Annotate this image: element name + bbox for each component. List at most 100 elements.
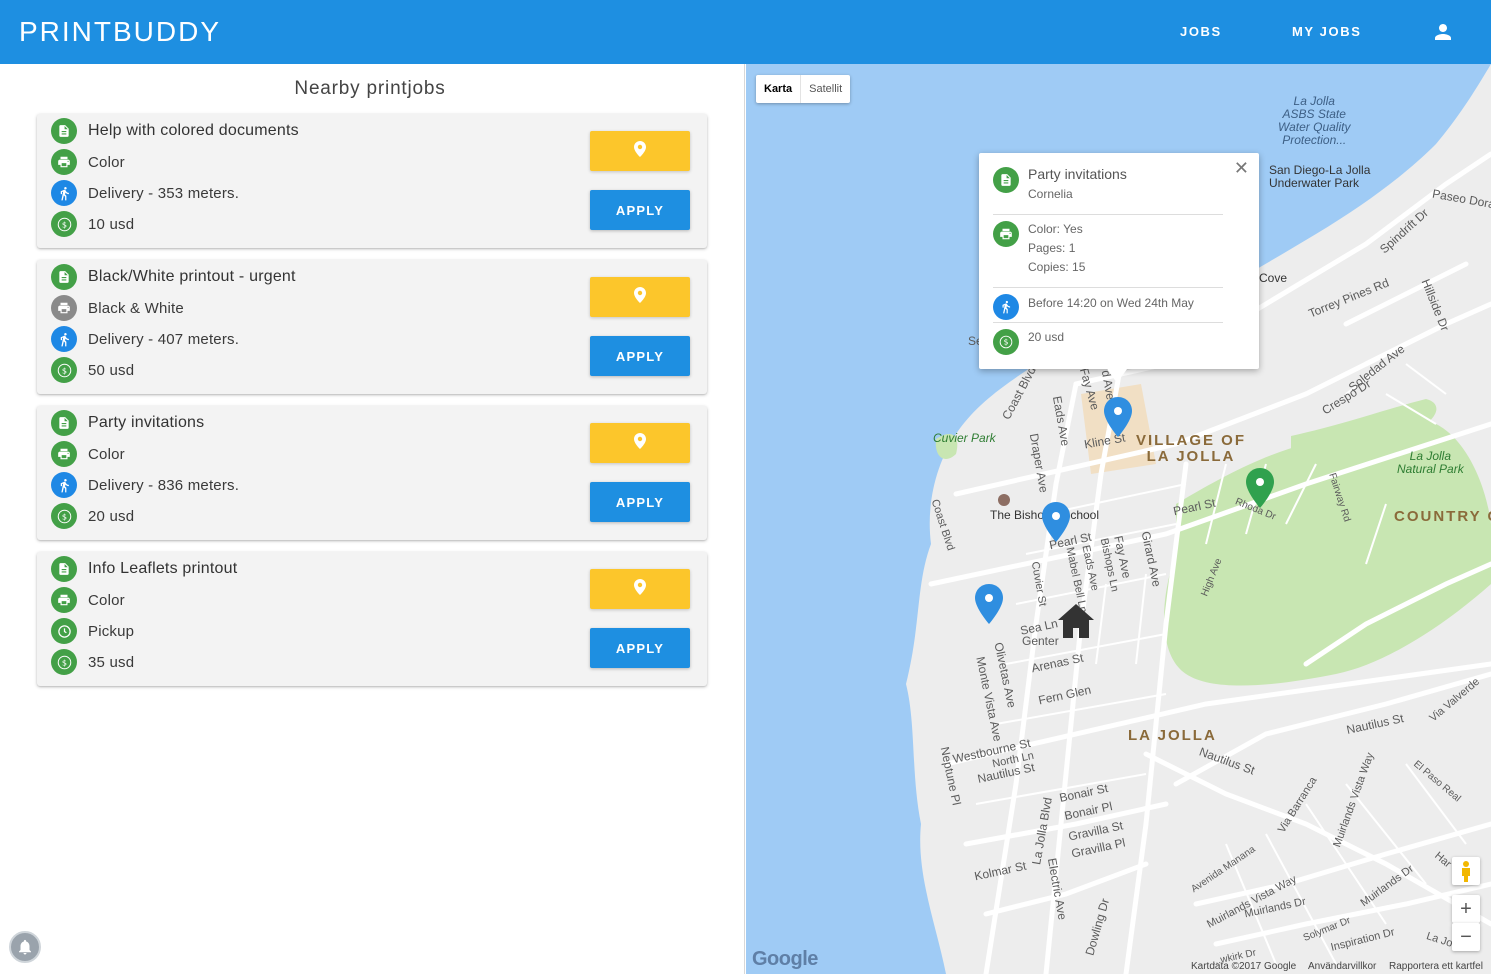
- show-on-map-button[interactable]: [590, 569, 690, 609]
- printer-icon: [51, 295, 77, 321]
- info-copies: Copies: 15: [1028, 260, 1086, 274]
- map-label-cuvier-park: Cuvier Park: [933, 431, 996, 445]
- job-row: Help with colored documents: [51, 118, 299, 144]
- map-label-natural-park: La Jolla Natural Park: [1397, 449, 1464, 476]
- map-data-credit: Kartdata ©2017 Google: [1191, 961, 1297, 972]
- job-list-panel: Nearby printjobs Help with colored docum…: [0, 64, 745, 974]
- map-label-cove: Cove: [1259, 271, 1288, 285]
- dollar-icon: $: [51, 503, 77, 529]
- job-row: Delivery - 836 meters.: [51, 472, 239, 498]
- job-card: Info Leaflets printout Color Pickup $35 usd…: [37, 552, 707, 686]
- map-view[interactable]: Karta Satellit La Jolla ASBS State Water Q…: [746, 64, 1491, 974]
- printer-icon: [51, 149, 77, 175]
- map-label-genter: Genter: [1022, 634, 1059, 648]
- divider: [993, 214, 1223, 215]
- svg-text:$: $: [61, 511, 66, 521]
- apply-button[interactable]: APPLY: [590, 336, 690, 376]
- app-bar: PRINTBUDDY JOBS MY JOBS: [0, 0, 1491, 64]
- job-row: Black & White: [51, 295, 184, 321]
- map-label-asbs: La Jolla ASBS State Water Quality Protectio…: [1278, 94, 1351, 147]
- map-label-underwater-park: San Diego-La Jolla Underwater Park: [1269, 163, 1371, 190]
- map-label-village: VILLAGE OF LA JOLLA: [1136, 432, 1246, 465]
- apply-button[interactable]: APPLY: [590, 628, 690, 668]
- job-title: Info Leaflets printout: [88, 560, 238, 577]
- job-row: Party invitations: [51, 410, 204, 436]
- job-delivery: Delivery - 353 meters.: [88, 184, 240, 202]
- document-icon: [993, 167, 1019, 193]
- job-row: $10 usd: [51, 211, 134, 237]
- map-type-toggle: Karta Satellit: [756, 75, 851, 103]
- apply-button[interactable]: APPLY: [590, 190, 690, 230]
- info-price: 20 usd: [1028, 330, 1065, 344]
- document-icon: [51, 410, 77, 436]
- panel-title: Nearby printjobs: [294, 78, 446, 99]
- job-delivery: Pickup: [88, 622, 135, 640]
- map-label-la-jolla: LA JOLLA: [1128, 727, 1217, 744]
- map-type-satellite[interactable]: Satellit: [801, 75, 850, 103]
- show-on-map-button[interactable]: [590, 423, 690, 463]
- job-delivery: Delivery - 407 meters.: [88, 330, 240, 348]
- zoom-out-button[interactable]: −: [1452, 923, 1480, 951]
- street-view-pegman-icon[interactable]: [1452, 857, 1480, 885]
- notification-bell-button[interactable]: [9, 931, 41, 963]
- job-row: Info Leaflets printout: [51, 556, 237, 582]
- apply-button[interactable]: APPLY: [590, 482, 690, 522]
- job-row: Delivery - 353 meters.: [51, 180, 239, 206]
- map-marker-pin[interactable]: [1103, 397, 1133, 437]
- bell-icon: [19, 939, 31, 955]
- map-marker-icon: [634, 286, 646, 308]
- job-row: Pickup: [51, 618, 134, 644]
- divider: [993, 287, 1223, 288]
- walk-icon: [993, 294, 1019, 320]
- map-marker-icon: [634, 432, 646, 454]
- show-on-map-button[interactable]: [590, 277, 690, 317]
- nav-my-jobs[interactable]: MY JOBS: [1292, 24, 1361, 40]
- account-icon[interactable]: [1431, 20, 1455, 44]
- nav-jobs[interactable]: JOBS: [1180, 24, 1222, 40]
- report-error-link[interactable]: Rapportera ett kartfel: [1389, 961, 1483, 972]
- home-icon[interactable]: [1056, 602, 1096, 640]
- google-logo: Google: [752, 948, 818, 970]
- clock-icon: [51, 618, 77, 644]
- dollar-icon: $: [51, 649, 77, 675]
- job-print-type: Black & White: [88, 299, 184, 317]
- job-title: Black/White printout - urgent: [88, 268, 296, 285]
- job-card: Black/White printout - urgent Black & Whi…: [37, 260, 707, 394]
- job-print-type: Color: [88, 591, 125, 609]
- map-marker-pin[interactable]: [974, 584, 1004, 624]
- walk-icon: [51, 472, 77, 498]
- printer-icon: [51, 587, 77, 613]
- svg-text:$: $: [1004, 338, 1009, 347]
- job-price: 10 usd: [88, 215, 135, 233]
- walk-icon: [51, 180, 77, 206]
- job-print-type: Color: [88, 445, 125, 463]
- map-label-country: COUNTRY C: [1394, 508, 1491, 525]
- document-icon: [51, 264, 77, 290]
- divider: [993, 322, 1223, 323]
- job-row: $35 usd: [51, 649, 134, 675]
- map-info-window: ✕ Party invitations Cornelia Color: Yes …: [979, 153, 1259, 383]
- terms-link[interactable]: Användarvillkor: [1308, 961, 1376, 972]
- close-icon[interactable]: ✕: [1234, 159, 1249, 177]
- brand-logo[interactable]: PRINTBUDDY: [19, 14, 221, 50]
- map-marker-icon: [634, 578, 646, 600]
- school-icon: [998, 494, 1010, 506]
- walk-icon: [51, 326, 77, 352]
- map-type-map[interactable]: Karta: [756, 75, 802, 103]
- map-marker-pin[interactable]: [1041, 502, 1071, 542]
- job-card: Party invitations Color Delivery - 836 met…: [37, 406, 707, 540]
- job-price: 50 usd: [88, 361, 135, 379]
- job-card: Help with colored documents Color Delivery…: [37, 114, 707, 248]
- map-marker-pin[interactable]: [1245, 468, 1275, 508]
- info-deadline: Before 14:20 on Wed 24th May: [1028, 296, 1194, 310]
- info-title: Party invitations: [1028, 166, 1127, 182]
- job-row: Color: [51, 587, 125, 613]
- zoom-in-button[interactable]: +: [1452, 895, 1480, 923]
- info-pages: Pages: 1: [1028, 241, 1076, 255]
- svg-text:$: $: [61, 219, 66, 229]
- job-print-type: Color: [88, 153, 125, 171]
- dollar-icon: $: [993, 329, 1019, 355]
- show-on-map-button[interactable]: [590, 131, 690, 171]
- job-price: 20 usd: [88, 507, 135, 525]
- document-icon: [51, 118, 77, 144]
